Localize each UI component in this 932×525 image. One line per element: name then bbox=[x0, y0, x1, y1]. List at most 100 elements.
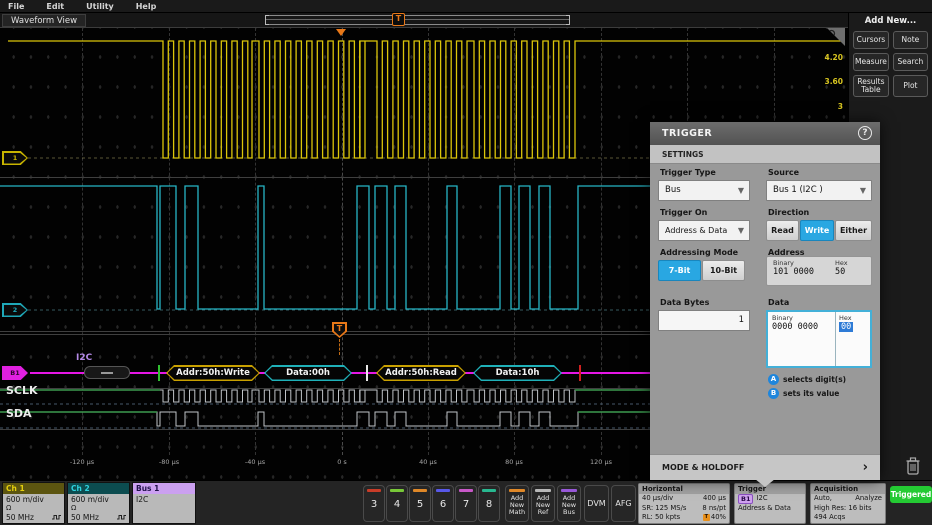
mode-holdoff-section[interactable]: MODE & HOLDOFF › bbox=[650, 454, 880, 480]
acq-resolution: High Res: 16 bits bbox=[814, 504, 872, 514]
bus-handle[interactable] bbox=[84, 366, 130, 379]
channel-badge-body: 600 m/divΩ50 MHz bbox=[68, 494, 129, 523]
knob-b-hint: B sets its value bbox=[768, 388, 839, 399]
data-bytes-input[interactable]: 1 bbox=[658, 310, 750, 331]
add-new-bus-button[interactable]: Add New Bus bbox=[557, 485, 581, 522]
address-hex-value[interactable]: 50 bbox=[835, 267, 871, 277]
horizontal-position-minimap[interactable]: T bbox=[265, 15, 570, 25]
time-label: -120 µs bbox=[70, 458, 94, 466]
channel-badge-body: 600 m/divΩ50 MHz bbox=[3, 494, 64, 523]
chevron-down-icon: ▼ bbox=[738, 181, 744, 200]
bus-badge-body: I2C bbox=[133, 494, 195, 523]
minimap-trigger-marker[interactable]: T bbox=[392, 13, 405, 26]
record-length: RL: 50 kpts bbox=[642, 513, 680, 523]
trigger-type-dropdown[interactable]: Bus ▼ bbox=[658, 180, 750, 201]
channel-color-stripe bbox=[436, 489, 450, 492]
data-hex-label: Hex bbox=[839, 314, 870, 322]
menu-item-help[interactable]: Help bbox=[136, 2, 157, 11]
channel-badge-header: Ch 1 bbox=[3, 483, 64, 494]
channel-button-7[interactable]: 7 bbox=[455, 485, 477, 522]
bus-badge-bus1[interactable]: Bus 1I2C bbox=[132, 482, 196, 524]
add-new-math-button[interactable]: Add New Math bbox=[505, 485, 529, 522]
add-button-label: Add New Bus bbox=[558, 495, 580, 516]
channel-button-3[interactable]: 3 bbox=[363, 485, 385, 522]
termination-icon: Ω bbox=[6, 504, 61, 513]
menu-bar: File Edit Utility Help bbox=[0, 0, 932, 13]
direction-option-write[interactable]: Write bbox=[800, 220, 834, 241]
add-new-plot-button[interactable]: Plot bbox=[893, 75, 928, 97]
menu-item-edit[interactable]: Edit bbox=[46, 2, 64, 11]
add-new-cursors-button[interactable]: Cursors bbox=[853, 31, 889, 49]
address-binary-value[interactable]: 101 0000 bbox=[773, 267, 833, 277]
minimap-right-bracket[interactable] bbox=[566, 15, 570, 25]
channel-number: 3 bbox=[364, 499, 384, 510]
address-binary-label: Binary bbox=[773, 259, 833, 267]
data-binary-value[interactable]: 0000 0000 bbox=[772, 322, 835, 332]
channel-color-stripe bbox=[482, 489, 496, 492]
menu-item-utility[interactable]: Utility bbox=[86, 2, 114, 11]
address-value-box[interactable]: Binary 101 0000 Hex 50 bbox=[766, 256, 872, 286]
dvm-button[interactable]: DVM bbox=[584, 485, 609, 522]
trigger-position-icon: T bbox=[703, 514, 710, 521]
add-new-ref-button[interactable]: Add New Ref bbox=[531, 485, 555, 522]
trigger-position-flag[interactable]: T bbox=[332, 322, 347, 338]
addressing-option-10-bit[interactable]: 10-Bit bbox=[702, 260, 745, 281]
noise-filter-icon bbox=[52, 514, 61, 521]
trigger-settings-panel: TRIGGER ? SETTINGS Trigger Type Bus ▼ So… bbox=[650, 122, 880, 480]
channel-color-stripe bbox=[413, 489, 427, 492]
trigger-mode: Address & Data bbox=[738, 504, 791, 514]
panel-callout-pointer bbox=[755, 479, 775, 487]
channel-badge-ch2[interactable]: Ch 2600 m/divΩ50 MHz bbox=[67, 482, 130, 524]
ch1-reference-marker[interactable]: 1 bbox=[2, 151, 28, 165]
acquisition-info-panel[interactable]: Acquisition Auto,Analyze High Res: 16 bi… bbox=[810, 483, 886, 524]
trigger-on-dropdown[interactable]: Address & Data ▼ bbox=[658, 220, 750, 241]
sample-interval: 8 ns/pt bbox=[702, 504, 726, 514]
chevron-right-icon: › bbox=[863, 455, 868, 481]
ch2-reference-marker[interactable]: 2 bbox=[2, 303, 28, 317]
bus1-reference-marker[interactable]: B1 bbox=[2, 366, 28, 380]
channel-badge-ch1[interactable]: Ch 1600 m/divΩ50 MHz bbox=[2, 482, 65, 524]
acq-analyze: Analyze bbox=[855, 494, 882, 504]
channel-button-4[interactable]: 4 bbox=[386, 485, 408, 522]
tab-settings[interactable]: SETTINGS bbox=[650, 145, 880, 164]
trash-icon[interactable] bbox=[904, 456, 922, 476]
mode-holdoff-label: MODE & HOLDOFF bbox=[662, 463, 744, 472]
channel-button-5[interactable]: 5 bbox=[409, 485, 431, 522]
noise-filter-icon bbox=[117, 514, 126, 521]
channel-number: 4 bbox=[387, 499, 407, 510]
trigger-panel-title[interactable]: TRIGGER bbox=[650, 122, 880, 145]
minimap-left-bracket[interactable] bbox=[265, 15, 269, 25]
channel-button-6[interactable]: 6 bbox=[432, 485, 454, 522]
horizontal-info-panel[interactable]: Horizontal 40 µs/div400 µs SR: 125 MS/s8… bbox=[638, 483, 730, 524]
add-new-results-table-button[interactable]: Results Table bbox=[853, 75, 889, 97]
direction-option-read[interactable]: Read bbox=[766, 220, 799, 241]
data-value-box[interactable]: Binary 0000 0000 Hex 00 bbox=[766, 310, 872, 368]
chevron-down-icon: ▼ bbox=[738, 221, 744, 240]
channel-scale: 600 m/div bbox=[71, 495, 126, 504]
menu-item-file[interactable]: File bbox=[8, 2, 24, 11]
add-new-note-button[interactable]: Note bbox=[893, 31, 928, 49]
addressing-option-7-bit[interactable]: 7-Bit bbox=[658, 260, 701, 281]
channel-button-8[interactable]: 8 bbox=[478, 485, 500, 522]
bus-packet-addr: Addr:50h:Read bbox=[376, 365, 466, 381]
direction-label: Direction bbox=[768, 208, 809, 217]
bus-packet-label: Addr:50h:Write bbox=[168, 367, 259, 380]
data-hex-value[interactable]: 00 bbox=[839, 322, 853, 332]
acq-mode: Auto, bbox=[814, 494, 832, 504]
data-label: Data bbox=[768, 298, 789, 307]
source-dropdown[interactable]: Bus 1 (I2C ) ▼ bbox=[766, 180, 872, 201]
trigger-info-panel[interactable]: Trigger B1I2C Address & Data bbox=[734, 483, 806, 524]
direction-option-either[interactable]: Either bbox=[835, 220, 872, 241]
bus-packet-data: Data:00h bbox=[264, 365, 352, 381]
expansion-point-marker[interactable] bbox=[336, 29, 346, 36]
bus-badge-header: Bus 1 bbox=[133, 483, 195, 494]
add-new-measure-button[interactable]: Measure bbox=[853, 53, 889, 71]
tab-waveform-view[interactable]: Waveform View bbox=[2, 14, 86, 27]
afg-button[interactable]: AFG bbox=[611, 485, 636, 522]
help-icon[interactable]: ? bbox=[858, 126, 872, 140]
time-label: 40 µs bbox=[419, 458, 437, 466]
sample-rate: SR: 125 MS/s bbox=[642, 504, 686, 514]
add-new-search-button[interactable]: Search bbox=[893, 53, 928, 71]
bus-i2c-label: I2C bbox=[76, 353, 92, 363]
horizontal-window: 400 µs bbox=[703, 494, 726, 504]
